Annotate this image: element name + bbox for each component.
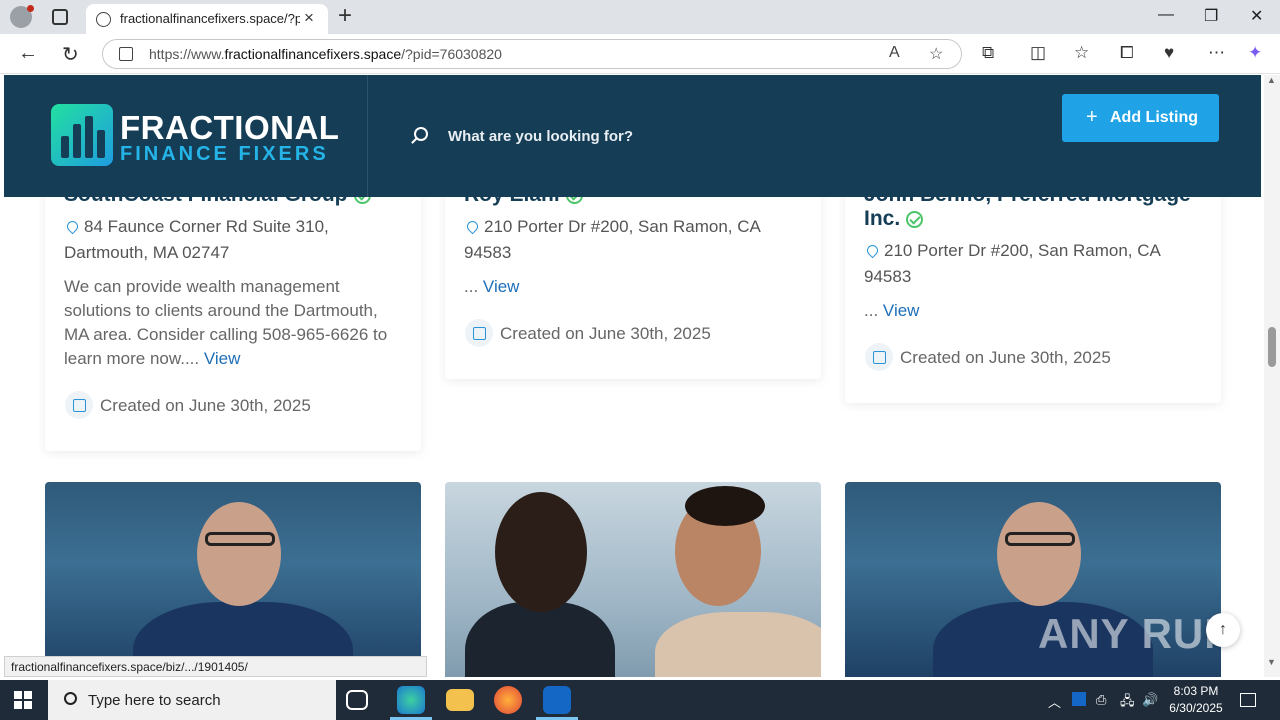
show-hidden-icons[interactable]: ︿ (1048, 692, 1061, 711)
read-aloud-icon[interactable]: A (889, 44, 900, 62)
network-icon[interactable]: 🖧 (1120, 692, 1135, 714)
calendar-icon (865, 343, 893, 371)
listing-address: 84 Faunce Corner Rd Suite 310, Dartmouth… (64, 217, 329, 262)
file-explorer-icon[interactable] (446, 689, 474, 711)
search-icon (64, 692, 77, 705)
view-link[interactable]: View (204, 349, 241, 368)
browser-tab-strip: fractionalfinancefixers.space/?pid= × + … (0, 0, 1280, 34)
tab-title: fractionalfinancefixers.space/?pid= (120, 11, 300, 26)
created-date: Created on June 30th, 2025 (100, 396, 311, 415)
add-listing-button[interactable]: + Add Listing (1062, 94, 1219, 142)
favorites-icon[interactable]: ☆ (1074, 43, 1089, 63)
logo-subtext[interactable]: FINANCE FIXERS (120, 143, 329, 166)
notification-dot (27, 5, 34, 12)
outlook-icon[interactable] (543, 686, 571, 714)
browser-essentials-icon[interactable]: ♥ (1164, 43, 1174, 63)
url-text[interactable]: https://www.fractionalfinancefixers.spac… (149, 46, 502, 62)
view-link[interactable]: View (883, 301, 920, 320)
more-menu-icon[interactable]: ⋯ (1208, 43, 1225, 63)
search-icon (414, 127, 428, 141)
scroll-down-arrow[interactable]: ▼ (1267, 657, 1276, 667)
task-view-icon[interactable] (346, 690, 368, 710)
close-window-button[interactable]: ✕ (1250, 6, 1263, 26)
scroll-thumb[interactable] (1268, 327, 1276, 367)
globe-icon (96, 12, 111, 27)
add-listing-label: Add Listing (1110, 109, 1198, 126)
collections-icon[interactable]: ⧠ (1120, 43, 1134, 63)
system-clock[interactable]: 8:03 PM 6/30/2025 (1168, 683, 1224, 717)
browser-tab[interactable]: fractionalfinancefixers.space/?pid= × (86, 4, 328, 34)
logo-icon[interactable] (51, 104, 113, 166)
page-viewport: SouthCoast Financial Group 84 Faunce Cor… (0, 75, 1264, 677)
taskbar-search[interactable]: Type here to search (48, 680, 336, 720)
edge-icon[interactable] (397, 686, 425, 714)
page-scrollbar[interactable]: ▲ ▼ (1264, 75, 1280, 677)
restore-button[interactable]: ❐ (1204, 6, 1218, 26)
divider (367, 75, 368, 197)
windows-taskbar: Type here to search ︿ ⎙ 🖧 🔊 8:03 PM 6/30… (0, 680, 1280, 720)
back-to-top-button[interactable]: ↑ (1206, 613, 1240, 647)
listing-image[interactable] (445, 482, 821, 677)
listing-description: We can provide wealth management solutio… (64, 277, 388, 368)
notifications-icon[interactable] (1240, 693, 1256, 707)
tab-actions-icon[interactable] (52, 9, 68, 25)
extensions-icon[interactable]: ⧉ (982, 43, 994, 63)
listing-image[interactable] (45, 482, 421, 677)
logo-text[interactable]: FRACTIONAL (120, 109, 339, 147)
address-bar[interactable]: https://www.fractionalfinancefixers.spac… (102, 39, 962, 69)
listing-address: 210 Porter Dr #200, San Ramon, CA 94583 (464, 217, 760, 262)
scroll-up-arrow[interactable]: ▲ (1267, 75, 1276, 85)
device-icon[interactable]: ⎙ (1096, 692, 1106, 708)
refresh-button[interactable]: ↻ (62, 42, 79, 67)
site-header: FRACTIONAL FINANCE FIXERS What are you l… (4, 75, 1261, 197)
split-screen-icon[interactable]: ◫ (1030, 43, 1046, 63)
taskbar-search-input[interactable]: Type here to search (88, 692, 221, 709)
created-date: Created on June 30th, 2025 (900, 348, 1111, 367)
listing-description: ... View (464, 277, 520, 296)
calendar-icon (65, 391, 93, 419)
clock-time: 8:03 PM (1173, 684, 1219, 698)
clock-date: 6/30/2025 (1169, 701, 1223, 715)
copilot-icon[interactable]: ✦ (1248, 43, 1262, 63)
firefox-icon[interactable] (494, 686, 522, 714)
favorite-star-icon[interactable]: ☆ (929, 44, 943, 64)
volume-icon[interactable]: 🔊 (1142, 692, 1158, 708)
calendar-icon (465, 319, 493, 347)
created-date: Created on June 30th, 2025 (500, 324, 711, 343)
site-info-icon[interactable] (119, 47, 133, 61)
search-input[interactable]: What are you looking for? (448, 128, 633, 145)
listing-address: 210 Porter Dr #200, San Ramon, CA 94583 (864, 241, 1160, 286)
view-link[interactable]: View (483, 277, 520, 296)
link-status-bar: fractionalfinancefixers.space/biz/.../19… (4, 656, 427, 677)
plus-icon: + (1086, 106, 1098, 128)
windows-start-icon[interactable] (14, 691, 32, 709)
outlook-tray-icon[interactable] (1072, 692, 1086, 706)
new-tab-button[interactable]: + (338, 2, 352, 30)
back-button[interactable]: ← (18, 42, 38, 65)
minimize-button[interactable]: — (1158, 6, 1174, 24)
listing-description: ... View (864, 301, 920, 320)
address-toolbar: ← ↻ https://www.fractionalfinancefixers.… (0, 34, 1280, 74)
verified-check-icon (906, 210, 924, 228)
close-tab-icon[interactable]: × (304, 8, 314, 28)
